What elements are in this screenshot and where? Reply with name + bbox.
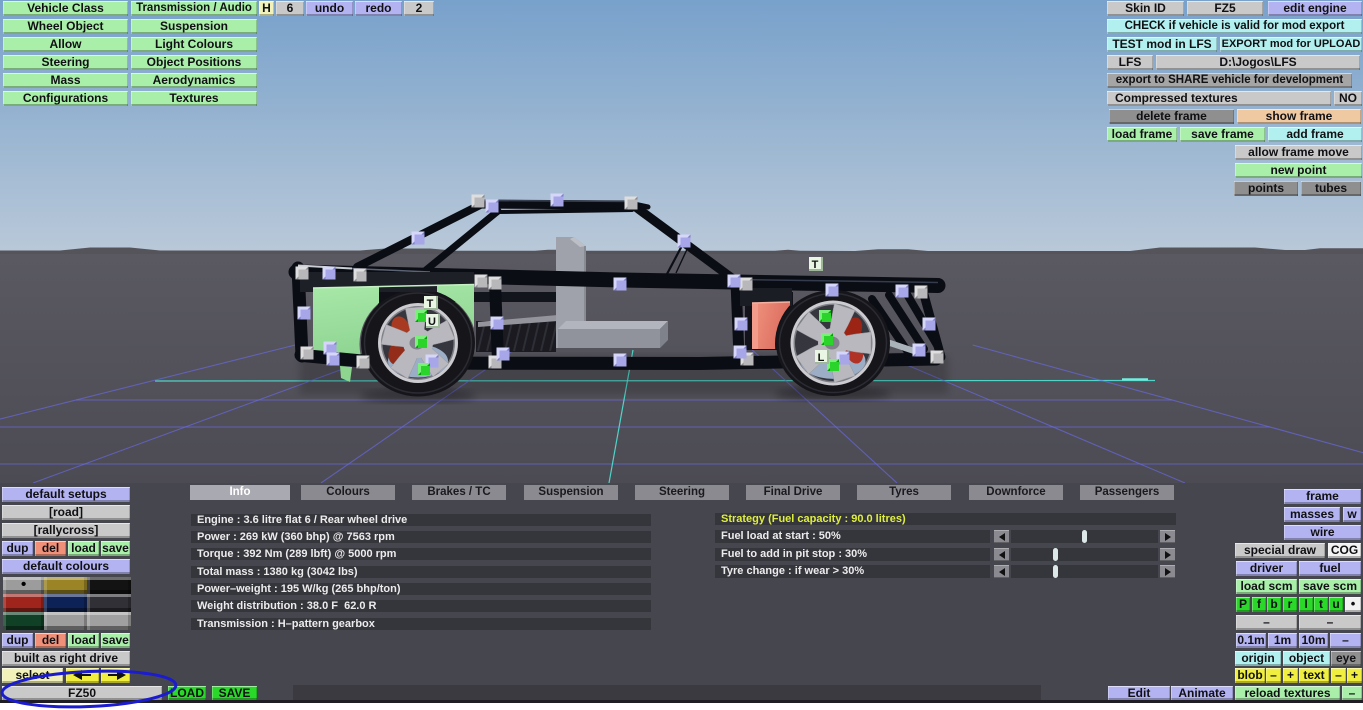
svg-text:T: T xyxy=(427,298,434,310)
svg-text:T: T xyxy=(812,259,819,271)
svg-text:U: U xyxy=(428,316,436,328)
svg-text:L: L xyxy=(818,352,825,364)
